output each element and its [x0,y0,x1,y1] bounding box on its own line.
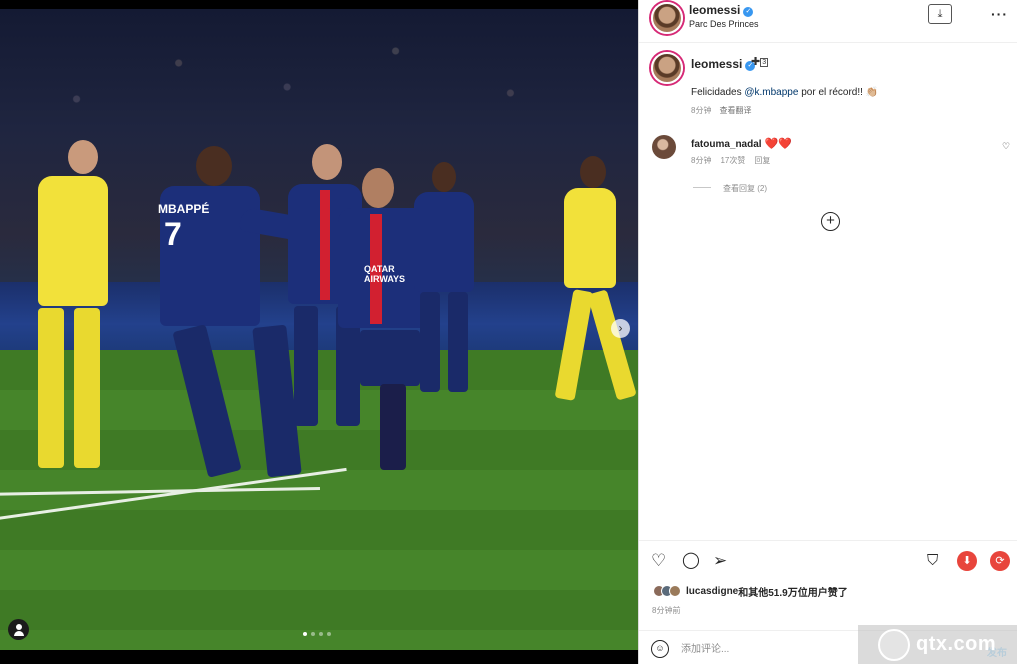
view-replies-label: 查看回复 (2) [723,184,767,193]
commenter-username[interactable]: fatouma_nadal [691,139,762,150]
caption-time: 8分钟 [691,106,712,115]
author-username-row: leomessi ✓ [689,3,754,17]
caption-username-row: leomessi ✓ [691,57,756,71]
post-timestamp: 8分钟前 [652,606,681,615]
send-icon[interactable]: ➢ [713,551,727,571]
verified-badge-icon: ✓ [743,7,754,17]
carousel-dot [327,632,331,636]
translate-link[interactable]: 查看翻译 [719,106,751,115]
liked-by-username[interactable]: lucasdigne [686,586,738,597]
caption-prefix: Felicidades [691,87,745,98]
caption-text: Felicidades @k.mbappe por el récord!! 👏🏼 [691,87,878,98]
replies-divider [693,187,711,188]
collab-badge[interactable]: ✚ 3 [751,55,769,68]
heart-icon[interactable]: ♡ [651,551,666,571]
caption-username[interactable]: leomessi [691,57,742,71]
liker-avatar [669,585,681,597]
caption-mention-link[interactable]: @k.mbappe [744,87,798,98]
comment-time: 8分钟 [691,156,712,165]
caption-meta: 8分钟 查看翻译 [691,105,751,116]
emoji-icon[interactable]: ☺ [651,640,669,658]
comment-likes[interactable]: 17次赞 [720,156,745,165]
liker-avatars [653,585,681,597]
liked-by-others[interactable]: 和其他51.9万位用户赞了 [738,584,847,599]
more-options-icon[interactable]: ··· [991,6,1008,22]
collab-count: 3 [760,58,769,67]
carousel-dot [319,632,323,636]
watermark-text: qtx.com [916,633,997,655]
likes-summary[interactable]: lucasdigne 和其他51.9万位用户赞了 [653,584,848,599]
comment-meta: 8分钟 17次赞 回复 [691,155,770,166]
carousel-dot [311,632,315,636]
comment-reply-button[interactable]: 回复 [754,156,770,165]
jersey-sponsor: QATAR AIRWAYS [364,264,406,284]
bookmark-icon[interactable]: ⛉ [927,551,938,571]
watermark-logo-icon [878,628,910,661]
download-icon[interactable]: ⤓ [928,4,952,24]
site-watermark: qtx.com [858,625,1017,664]
carousel-indicator [303,632,331,636]
collab-plus-icon: ✚ [751,56,761,68]
commenter-avatar[interactable] [652,135,676,159]
post-location[interactable]: Parc Des Princes [689,19,759,29]
comment-text: ❤️❤️ [764,138,792,150]
caption-suffix: por el récord!! 👏🏼 [798,87,879,98]
caption-avatar[interactable] [651,52,683,84]
action-bar: ♡ ◯ ➢ ⛉ ⬇ ⟳ [639,540,1017,582]
download-extension-icon[interactable]: ⬇ [957,551,977,571]
post-photo[interactable]: MBAPPÉ 7 QATAR AIRWAYS › [0,0,638,664]
photo-bottom-border [0,650,638,664]
player-nantes-left [30,140,120,480]
photo-top-border [0,0,638,9]
player-psg-right [410,162,476,402]
view-replies-button[interactable]: 查看回复 (2) [693,183,767,194]
player-nantes-right [554,156,637,410]
author-avatar[interactable] [651,2,683,34]
carousel-next-button[interactable]: › [611,319,630,338]
carousel-dot [303,632,307,636]
comment-body: fatouma_nadal ❤️❤️ [691,137,792,150]
post-header: leomessi ✓ Parc Des Princes ⤓ ··· [639,0,1017,43]
load-more-comments-plus-icon[interactable]: + [821,212,840,231]
comment-icon[interactable]: ◯ [682,551,700,571]
jersey-number: 7 [164,216,182,252]
post-side-panel: leomessi ✓ Parc Des Princes ⤓ ··· leomess… [638,0,1017,664]
refresh-extension-icon[interactable]: ⟳ [990,551,1010,571]
author-username[interactable]: leomessi [689,3,740,17]
tagged-users-button[interactable] [8,619,29,640]
comment-like-heart-icon[interactable]: ♡ [1002,141,1010,152]
jersey-name: MBAPPÉ [158,202,210,216]
